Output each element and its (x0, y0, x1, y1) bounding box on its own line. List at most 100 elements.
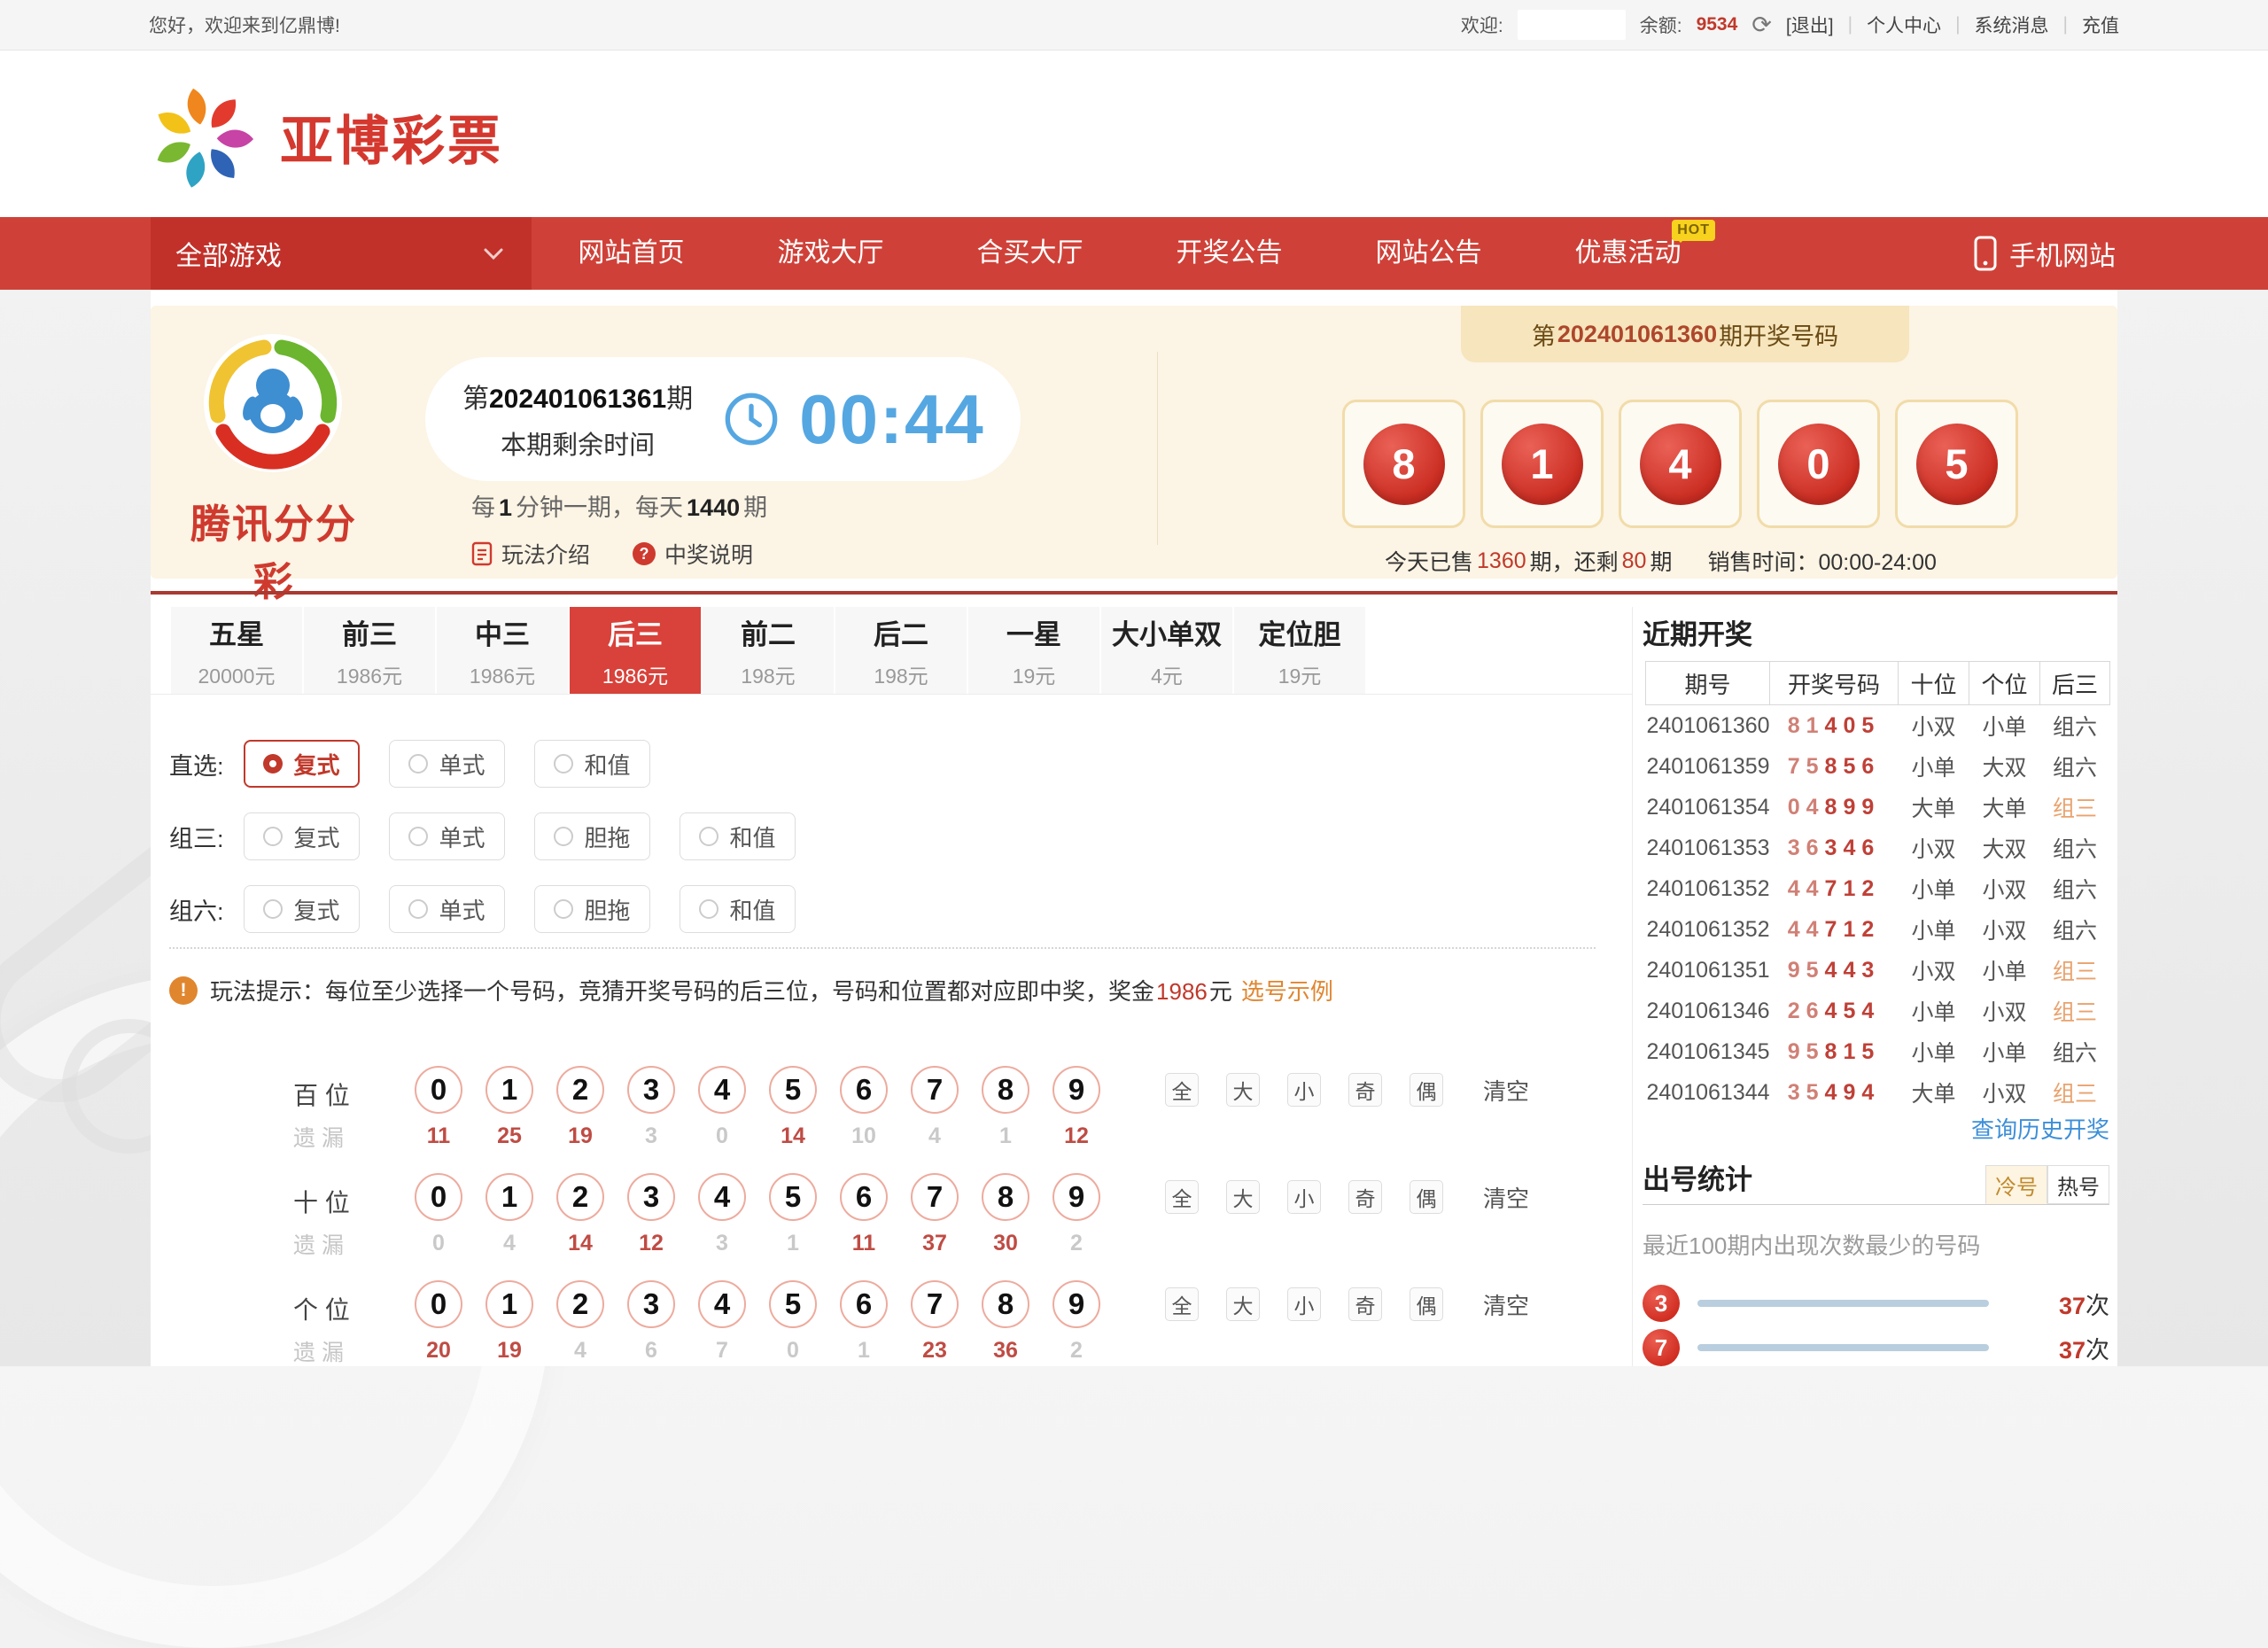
digit-ball[interactable]: 8 (982, 1280, 1029, 1328)
rules-link[interactable]: 玩法介绍 (471, 538, 590, 570)
digit-ball[interactable]: 7 (911, 1280, 959, 1328)
clear-button[interactable]: 清空 (1483, 1181, 1529, 1214)
clear-button[interactable]: 清空 (1483, 1074, 1529, 1107)
game-tab[interactable]: 后三1986元 (570, 607, 701, 694)
nav-item-mobile-site[interactable]: 手机网站 (1974, 217, 2116, 290)
select-even-button[interactable]: 偶 (1410, 1073, 1443, 1107)
bet-option-button[interactable]: 复式 (244, 740, 360, 788)
digit-ball[interactable]: 9 (1052, 1280, 1100, 1328)
clear-button[interactable]: 清空 (1483, 1288, 1529, 1321)
game-tab[interactable]: 后二198元 (835, 607, 967, 694)
digit-ball[interactable]: 1 (485, 1173, 533, 1221)
nav-item-promotions[interactable]: 优惠活动 HOT (1528, 217, 1728, 290)
digit-ball[interactable]: 1 (485, 1280, 533, 1328)
tab-hot-numbers[interactable]: 热号 (2047, 1165, 2109, 1204)
nav-item-game-hall[interactable]: 游戏大厅 (731, 217, 930, 290)
digit-ball[interactable]: 4 (698, 1280, 746, 1328)
countdown-panel: 第202401061361期 本期剩余时间 00:44 (425, 357, 1021, 481)
select-odd-button[interactable]: 奇 (1348, 1180, 1382, 1214)
nav-item-home[interactable]: 网站首页 (532, 217, 731, 290)
nav-item-draw-announce[interactable]: 开奖公告 (1130, 217, 1329, 290)
nav-item-site-announce[interactable]: 网站公告 (1329, 217, 1528, 290)
select-odd-button[interactable]: 奇 (1348, 1287, 1382, 1321)
bet-option-button[interactable]: 和值 (680, 812, 796, 860)
recharge-link[interactable]: 充值 (2082, 12, 2119, 38)
history-link[interactable]: 查询历史开奖 (1645, 1112, 2109, 1145)
digit-ball[interactable]: 2 (556, 1280, 604, 1328)
game-tab[interactable]: 前二198元 (703, 607, 834, 694)
nav-item-group-buy[interactable]: 合买大厅 (930, 217, 1130, 290)
digit-ball[interactable]: 3 (627, 1280, 675, 1328)
select-odd-button[interactable]: 奇 (1348, 1073, 1382, 1107)
omission-count: 19 (568, 1123, 593, 1149)
digit-ball[interactable]: 8 (982, 1066, 1029, 1114)
code-cell: 44712 (1770, 909, 1899, 950)
game-tab[interactable]: 一星19元 (968, 607, 1099, 694)
bet-option-button[interactable]: 胆拖 (534, 812, 650, 860)
select-all-button[interactable]: 全 (1165, 1180, 1199, 1214)
bet-option-label: 单式 (439, 820, 485, 853)
digit-ball[interactable]: 6 (840, 1066, 888, 1114)
game-tab[interactable]: 五星20000元 (171, 607, 302, 694)
radio-icon (408, 899, 428, 919)
digit-ball[interactable]: 9 (1052, 1173, 1100, 1221)
game-tab[interactable]: 中三1986元 (437, 607, 568, 694)
bet-option-button[interactable]: 单式 (389, 812, 505, 860)
tab-cold-numbers[interactable]: 冷号 (1985, 1165, 2047, 1204)
select-small-button[interactable]: 小 (1287, 1073, 1321, 1107)
bet-option-button[interactable]: 和值 (680, 885, 796, 933)
bet-option-button[interactable]: 单式 (389, 885, 505, 933)
digit-ball[interactable]: 0 (415, 1173, 462, 1221)
select-all-button[interactable]: 全 (1165, 1073, 1199, 1107)
digit-ball[interactable]: 3 (627, 1066, 675, 1114)
prize-info-link[interactable]: ? 中奖说明 (633, 538, 753, 570)
digit-ball[interactable]: 8 (982, 1173, 1029, 1221)
select-big-button[interactable]: 大 (1226, 1180, 1260, 1214)
digit-ball[interactable]: 7 (911, 1173, 959, 1221)
select-big-button[interactable]: 大 (1226, 1287, 1260, 1321)
messages-link[interactable]: 系统消息 (1975, 12, 2049, 38)
game-tab[interactable]: 大小单双4元 (1101, 607, 1232, 694)
digit-ball[interactable]: 6 (840, 1280, 888, 1328)
game-tab[interactable]: 前三1986元 (304, 607, 435, 694)
digit-ball[interactable]: 5 (769, 1280, 817, 1328)
refresh-icon[interactable]: ⟳ (1751, 13, 1772, 37)
game-tab-name: 后二 (874, 612, 928, 652)
digit-ball[interactable]: 7 (911, 1066, 959, 1114)
select-small-button[interactable]: 小 (1287, 1180, 1321, 1214)
digit-ball[interactable]: 0 (415, 1280, 462, 1328)
welcome-input[interactable] (1518, 10, 1626, 40)
bet-option-button[interactable]: 胆拖 (534, 885, 650, 933)
omission-count: 14 (568, 1231, 593, 1256)
bet-option-button[interactable]: 和值 (534, 740, 650, 788)
omission-count: 1 (787, 1231, 799, 1256)
bet-option-button[interactable]: 复式 (244, 885, 360, 933)
example-link[interactable]: 选号示例 (1241, 978, 1333, 1005)
digit-ball[interactable]: 2 (556, 1173, 604, 1221)
game-tab[interactable]: 定位胆19元 (1234, 607, 1365, 694)
all-games-menu[interactable]: 全部游戏 (151, 217, 532, 290)
digit-ball[interactable]: 2 (556, 1066, 604, 1114)
select-big-button[interactable]: 大 (1226, 1073, 1260, 1107)
select-small-button[interactable]: 小 (1287, 1287, 1321, 1321)
select-even-button[interactable]: 偶 (1410, 1180, 1443, 1214)
profile-link[interactable]: 个人中心 (1867, 12, 1941, 38)
digit-ball[interactable]: 5 (769, 1173, 817, 1221)
game-name: 腾讯分分彩 (172, 492, 376, 607)
digit-ball[interactable]: 4 (698, 1066, 746, 1114)
select-all-button[interactable]: 全 (1165, 1287, 1199, 1321)
logout-link[interactable]: [退出] (1786, 12, 1834, 38)
bet-option-button[interactable]: 复式 (244, 812, 360, 860)
select-even-button[interactable]: 偶 (1410, 1287, 1443, 1321)
draw-row: 240106135975856小单大双组六 (1646, 746, 2110, 787)
game-tab-name: 后三 (608, 612, 663, 652)
draw-ball-card: 5 (1895, 400, 2018, 528)
digit-ball[interactable]: 9 (1052, 1066, 1100, 1114)
digit-ball[interactable]: 4 (698, 1173, 746, 1221)
digit-ball[interactable]: 3 (627, 1173, 675, 1221)
digit-ball[interactable]: 5 (769, 1066, 817, 1114)
digit-ball[interactable]: 1 (485, 1066, 533, 1114)
digit-ball[interactable]: 6 (840, 1173, 888, 1221)
digit-ball[interactable]: 0 (415, 1066, 462, 1114)
bet-option-button[interactable]: 单式 (389, 740, 505, 788)
